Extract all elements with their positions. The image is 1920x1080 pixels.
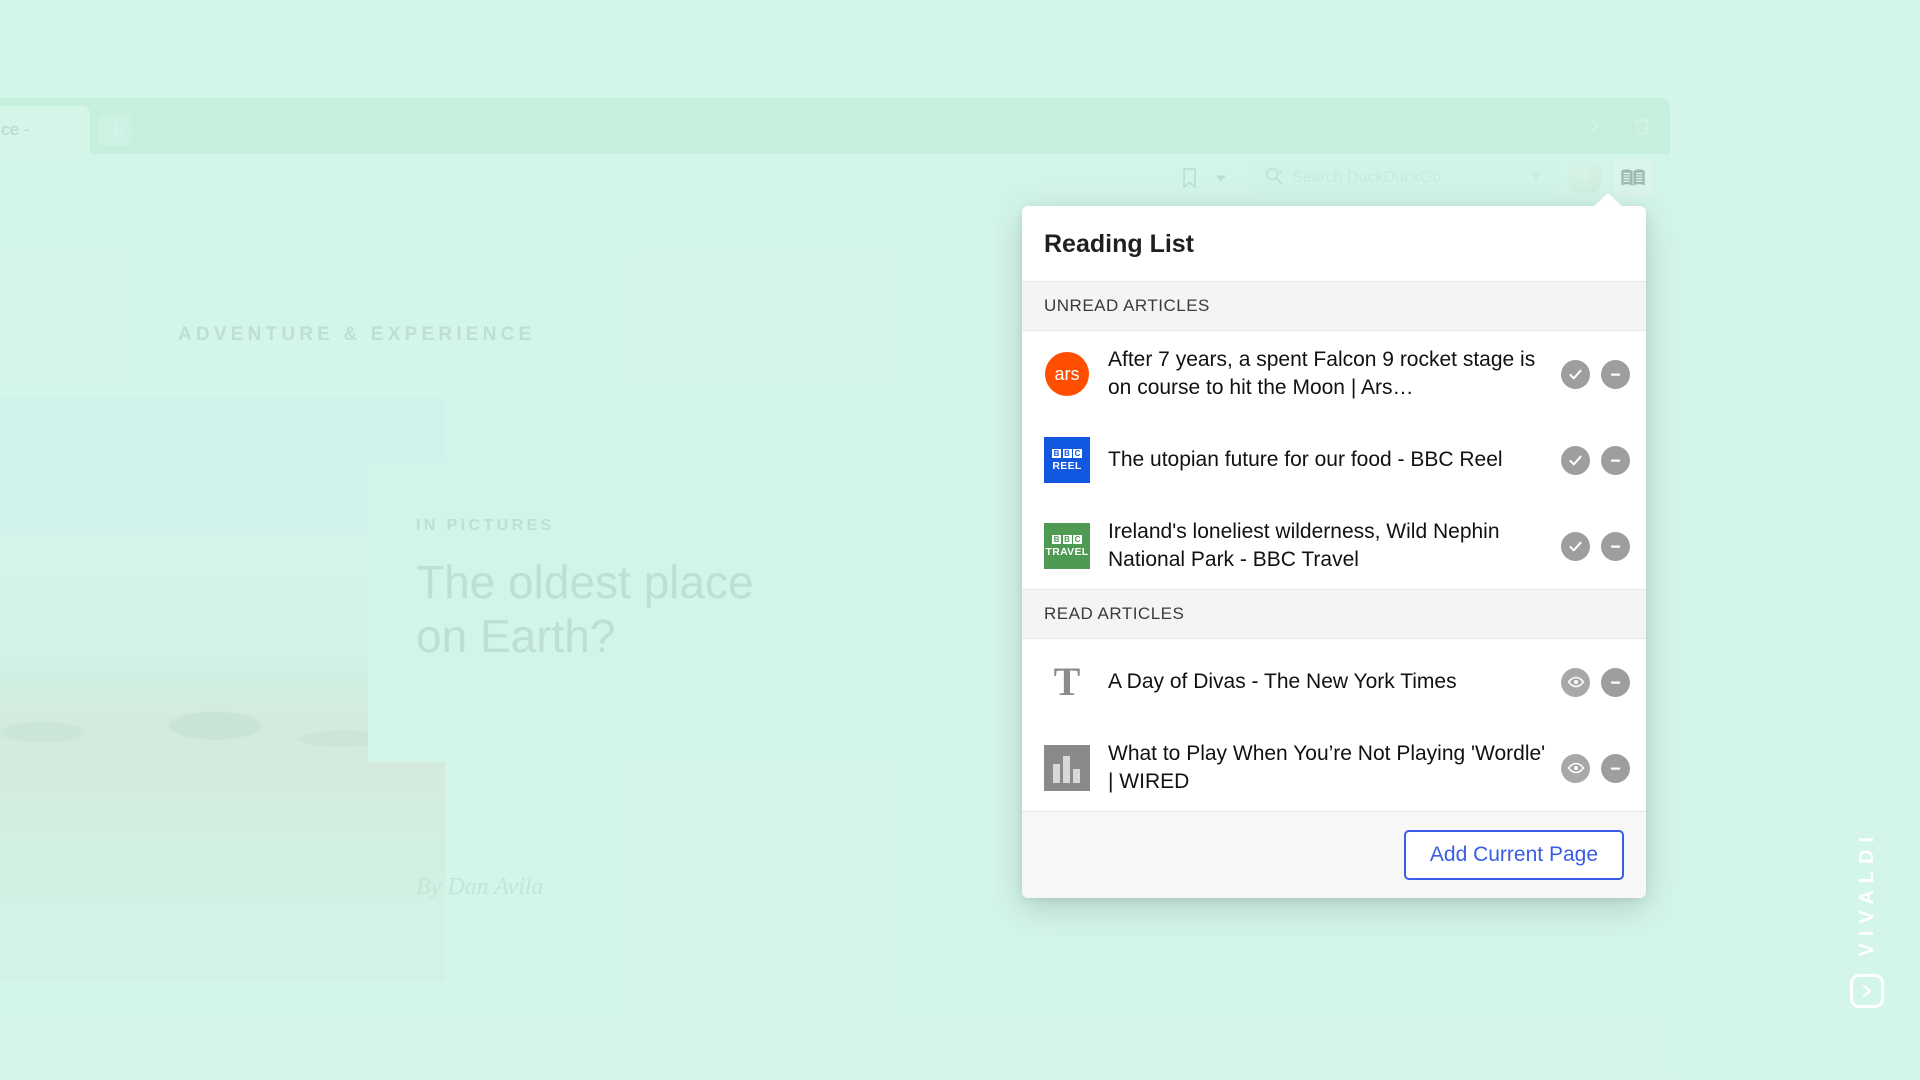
vivaldi-watermark: VIVALDI [1850,830,1884,1008]
remove-icon[interactable] [1601,360,1630,389]
remove-icon[interactable] [1601,668,1630,697]
article-byline: By Dan Avila [416,874,544,901]
article-title: What to Play When You’re Not Playing 'Wo… [1108,740,1561,795]
add-current-page-button[interactable]: Add Current Page [1404,830,1624,880]
bbc-blocks: BBC [1052,449,1082,458]
trash-icon[interactable] [1622,106,1662,146]
panel-pointer [1593,193,1623,207]
mark-as-read-icon[interactable] [1561,360,1590,389]
item-actions [1561,360,1630,389]
mark-as-read-icon[interactable] [1561,446,1590,475]
favicon-label: REEL [1052,460,1081,472]
bbc-blocks: BBC [1052,535,1082,544]
browser-toolbar: Search DuckDuckGo [0,154,1670,202]
book-icon [1620,167,1646,189]
item-actions [1561,754,1630,783]
bookmark-icon[interactable] [1174,163,1204,193]
remove-icon[interactable] [1601,754,1630,783]
panel-title: Reading List [1022,206,1646,281]
search-placeholder: Search DuckDuckGo [1292,169,1520,187]
panel-footer: Add Current Page [1022,811,1646,898]
vivaldi-logo-icon [1850,974,1884,1008]
avatar[interactable] [1568,161,1602,195]
tab-title: perience - [0,120,30,140]
plus-icon [107,122,124,139]
nytimes-favicon: T [1044,659,1090,705]
article-kicker: IN PICTURES [416,517,928,535]
screen: perience - [0,0,1920,1080]
search-icon [1264,166,1284,191]
article-title: After 7 years, a spent Falcon 9 rocket s… [1108,346,1561,401]
article-title: The oldest place on Earth? [416,555,816,664]
ars-technica-favicon: ars [1044,351,1090,397]
article-title: The utopian future for our food - BBC Re… [1108,446,1561,474]
search-input[interactable]: Search DuckDuckGo [1254,162,1554,194]
search-dropdown-icon[interactable] [1528,168,1544,189]
tab-bar: perience - [0,98,1670,154]
hero-article-card[interactable]: IN PICTURES The oldest place on Earth? [368,462,928,762]
mark-as-unread-icon[interactable] [1561,668,1590,697]
item-actions [1561,532,1630,561]
reading-list-panel: Reading List UNREAD ARTICLES ars After 7… [1022,206,1646,898]
article-title: Ireland's loneliest wilderness, Wild Nep… [1108,518,1561,573]
remove-icon[interactable] [1601,446,1630,475]
browser-tab[interactable]: perience - [0,106,90,154]
favicon-label: T [1044,659,1090,705]
mark-as-unread-icon[interactable] [1561,754,1590,783]
remove-icon[interactable] [1601,532,1630,561]
mark-as-read-icon[interactable] [1561,532,1590,561]
bbc-travel-favicon: BBC TRAVEL [1044,523,1090,569]
vivaldi-wordmark: VIVALDI [1856,830,1879,956]
bbc-reel-favicon: BBC REEL [1044,437,1090,483]
section-heading-read: READ ARTICLES [1022,589,1646,639]
bookmark-bar-group [1168,162,1242,194]
list-item[interactable]: BBC TRAVEL Ireland's loneliest wildernes… [1022,503,1646,589]
reading-list-button[interactable] [1614,159,1652,197]
list-item[interactable]: ars After 7 years, a spent Falcon 9 rock… [1022,331,1646,417]
item-actions [1561,446,1630,475]
tab-bar-actions [1574,106,1662,146]
new-tab-button[interactable] [98,115,132,146]
chevron-right-icon[interactable] [1574,106,1614,146]
item-actions [1561,668,1630,697]
bookmark-dropdown-icon[interactable] [1206,163,1236,193]
page-kicker: ADVENTURE & EXPERIENCE [178,324,535,346]
favicon-label: TRAVEL [1045,546,1088,558]
favicon-label: ars [1045,352,1089,396]
wired-favicon [1044,745,1090,791]
article-title: A Day of Divas - The New York Times [1108,668,1561,696]
list-item[interactable]: BBC REEL The utopian future for our food… [1022,417,1646,503]
list-item[interactable]: T A Day of Divas - The New York Times [1022,639,1646,725]
section-heading-unread: UNREAD ARTICLES [1022,281,1646,331]
list-item[interactable]: What to Play When You’re Not Playing 'Wo… [1022,725,1646,811]
